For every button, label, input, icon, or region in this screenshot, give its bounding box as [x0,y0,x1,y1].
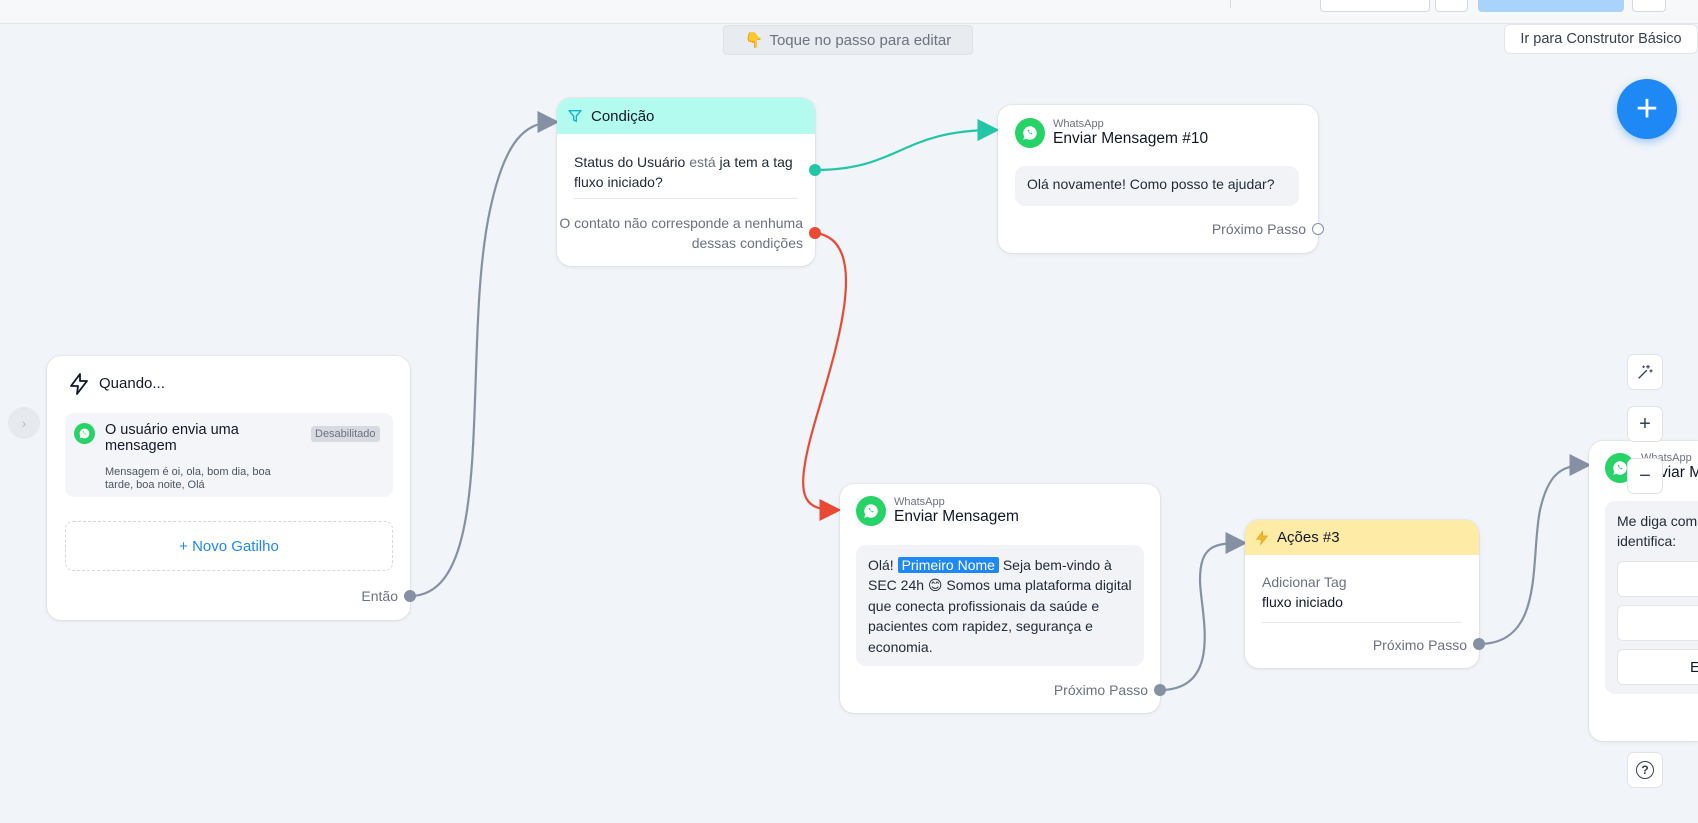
message-text-before: Olá! [868,557,894,573]
message-10-footer-label: Próximo Passo [1211,221,1306,237]
actions-title: Ações #3 [1277,529,1340,546]
message-title: Enviar Mensagem [894,508,1019,525]
trigger-node[interactable]: Quando... O usuário envia uma mensagem D… [47,356,416,620]
actions-output-handle[interactable] [1473,638,1485,650]
trigger-item[interactable]: O usuário envia uma mensagem Desabilitad… [65,413,393,497]
trigger-output-handle[interactable] [404,590,416,602]
condition-node[interactable]: Condição Status do Usuário está ja tem a… [557,98,821,266]
condition-title: Condição [591,107,655,125]
trigger-item-detail: Mensagem é oi, ola, bom dia, boa tarde, … [105,466,271,491]
message-10-title: Enviar Mensagem #10 [1053,130,1209,147]
rule-operator: está [689,154,716,170]
edge-trigger-to-condition [409,111,560,598]
condition-true-handle[interactable] [809,164,821,176]
message-10-bubble: Olá novamente! Como posso te ajudar? [1015,166,1299,206]
plus-icon: + [1639,412,1651,435]
message-10-node[interactable]: WhatsApp Enviar Mensagem #10 Olá novamen… [998,105,1324,253]
partial-message-bubble: Me diga com identifica: En [1605,501,1698,694]
message-bubble: Olá! Primeiro Nome Seja bem-vindo à SEC … [856,545,1144,666]
trigger-footer-label: Então [361,588,398,604]
lightning-icon [1256,529,1269,546]
message-node[interactable]: WhatsApp Enviar Mensagem Olá! Primeiro N… [840,484,1166,713]
whatsapp-icon [1015,118,1045,148]
magic-wand-button[interactable] [1627,354,1663,390]
help-icon: ? [1636,761,1654,779]
actions-node[interactable]: Ações #3 Adicionar Tag fluxo iniciado Pr… [1245,520,1485,668]
quick-reply-button[interactable]: En [1617,649,1698,685]
edge-condition-true [814,119,1000,172]
trigger-item-title: O usuário envia uma mensagem [105,422,239,454]
whatsapp-icon [856,496,886,526]
help-button[interactable]: ? [1627,752,1663,788]
zoom-out-button[interactable]: − [1627,458,1663,494]
quick-reply-button[interactable] [1617,561,1698,597]
quick-reply-button[interactable] [1617,605,1698,641]
rule-subject: Status do Usuário [574,154,686,170]
partial-message-text: Me diga com identifica: [1617,513,1698,549]
condition-rule[interactable]: Status do Usuário está ja tem a tag flux… [574,152,804,192]
action-value: fluxo iniciado [1262,594,1343,610]
status-badge: Desabilitado [311,426,380,442]
message-footer-label: Próximo Passo [1053,682,1148,698]
edge-actions-to-next [1478,454,1592,646]
condition-false-handle[interactable] [809,227,821,239]
filter-icon [568,110,582,122]
new-trigger-button[interactable]: + Novo Gatilho [65,521,393,571]
edge-message-to-actions [1159,532,1248,692]
whatsapp-icon [74,423,95,444]
divider [574,198,798,199]
condition-fallback: O contato não corresponde a nenhuma dess… [559,215,803,251]
first-name-variable: Primeiro Nome [897,557,999,573]
node-kicker: WhatsApp [894,496,945,508]
zoom-in-button[interactable]: + [1627,406,1663,442]
magic-wand-icon [1638,364,1653,379]
edge-condition-false [802,231,848,521]
actions-header: Ações #3 [1245,520,1479,555]
divider [1262,622,1462,623]
message-10-output-handle[interactable] [1312,223,1324,235]
lightning-icon [70,373,88,395]
action-label: Adicionar Tag [1262,574,1347,590]
condition-header: Condição [557,98,815,134]
minus-icon: − [1639,464,1651,487]
node-kicker: WhatsApp [1053,118,1104,130]
actions-footer-label: Próximo Passo [1372,637,1467,653]
message-output-handle[interactable] [1154,684,1166,696]
trigger-title: Quando... [99,375,165,392]
